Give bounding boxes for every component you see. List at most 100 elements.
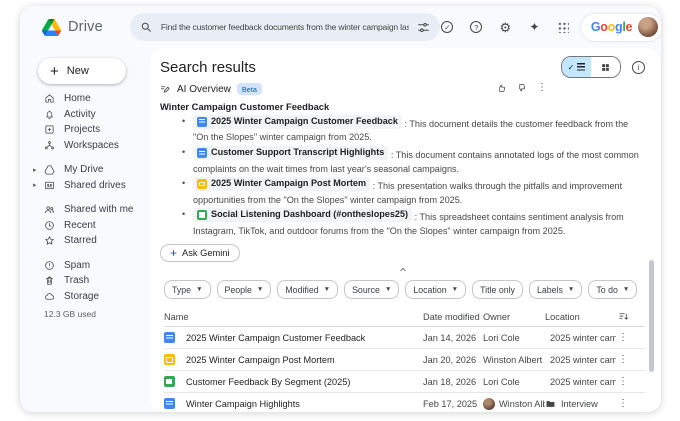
results-table: Name Date modified Owner Location 2025 W… — [156, 307, 645, 412]
sidebar-item-projects[interactable]: Projects — [20, 122, 150, 138]
list-view-button[interactable]: ✓ — [562, 57, 591, 77]
filter-chip-people[interactable]: People▼ — [217, 280, 272, 299]
bullet-icon: • — [182, 115, 193, 145]
thumbs-down-icon[interactable] — [517, 83, 527, 93]
sidebar-item-storage[interactable]: Storage — [20, 289, 150, 305]
file-name[interactable]: 2025 Winter Campaign Customer Feedback — [186, 333, 423, 343]
table-row[interactable]: Customer Feedback By Segment (2025) Jan … — [164, 371, 645, 393]
chevron-down-icon: ▼ — [623, 286, 629, 293]
table-row[interactable]: 2025 Winter Campaign Post Mortem Jan 20,… — [164, 349, 645, 371]
filter-chip-location[interactable]: Location▼ — [405, 280, 466, 299]
help-icon[interactable]: ? — [469, 20, 484, 35]
workspaces-icon — [44, 140, 55, 151]
filter-chip-modified[interactable]: Modified▼ — [277, 280, 338, 299]
column-header-name[interactable]: Name — [164, 312, 423, 322]
search-bar[interactable]: Find the customer feedback documents fro… — [130, 13, 440, 41]
topbar-icons: ✓ ? ⚙ ✦ — [440, 20, 571, 35]
source-file-chip[interactable]: 2025 Winter Campaign Customer Feedback — [193, 115, 402, 129]
file-name[interactable]: Customer Feedback By Segment (2025) — [186, 377, 423, 387]
expand-caret-icon[interactable]: ▸ — [33, 166, 37, 174]
details-info-icon[interactable]: i — [632, 61, 645, 74]
table-row[interactable]: 2025 Winter Campaign Customer Feedback J… — [164, 327, 645, 349]
ai-overview-section: AI Overview Beta ⋮ Winter Campaign Custo… — [160, 82, 645, 275]
sidebar-item-activity[interactable]: Activity — [20, 107, 150, 123]
storage-used-label: 12.3 GB used — [44, 309, 150, 319]
sidebar-item-my-drive[interactable]: ▸ My Drive — [20, 162, 150, 178]
row-more-menu-icon[interactable]: ⋮ — [616, 354, 630, 365]
drive-app-window: Drive Find the customer feedback documen… — [20, 6, 661, 412]
ai-more-menu-icon[interactable]: ⋮ — [537, 82, 547, 93]
sidebar-item-starred[interactable]: Starred — [20, 233, 150, 249]
sheets-file-icon — [164, 376, 175, 387]
folder-icon — [545, 399, 556, 409]
location-chip[interactable]: 2025 winter cam — [545, 333, 616, 343]
ai-list-item: • 2025 Winter Campaign Customer Feedback… — [182, 115, 641, 145]
chevron-down-icon: ▼ — [196, 286, 202, 293]
ai-overview-list: • 2025 Winter Campaign Customer Feedback… — [160, 115, 645, 238]
sidebar-item-recent[interactable]: Recent — [20, 218, 150, 234]
search-filters-tune-icon[interactable] — [416, 20, 431, 35]
thumbs-up-icon[interactable] — [497, 83, 507, 93]
sidebar-item-spam[interactable]: Spam — [20, 258, 150, 274]
filter-chip-to-do[interactable]: To do▼ — [588, 280, 637, 299]
row-more-menu-icon[interactable]: ⋮ — [616, 332, 630, 343]
grid-view-button[interactable] — [591, 57, 620, 77]
source-file-chip[interactable]: Social Listening Dashboard (#ontheslopes… — [193, 208, 412, 222]
row-more-menu-icon[interactable]: ⋮ — [616, 398, 630, 409]
date-modified: Feb 17, 2025 — [423, 399, 483, 409]
ai-list-item: • Social Listening Dashboard (#ontheslop… — [182, 208, 641, 238]
google-apps-grid-icon[interactable] — [556, 20, 571, 35]
file-name[interactable]: Winter Campaign Highlights — [186, 399, 423, 409]
filter-chip-title-only[interactable]: Title only — [472, 280, 523, 299]
expand-caret-icon[interactable]: ▸ — [33, 181, 37, 189]
shared-drives-icon — [44, 180, 55, 191]
drive-brand: Drive — [42, 19, 103, 36]
projects-icon — [44, 124, 55, 135]
date-modified: Jan 20, 2026 — [423, 355, 483, 365]
sidebar-nav: Home Activity Projects Workspaces ▸ My D… — [20, 91, 150, 319]
owner-name: Lori Cole — [483, 377, 520, 387]
new-button-label: New — [67, 65, 89, 77]
filter-chip-type[interactable]: Type▼ — [164, 280, 211, 299]
scrollbar-thumb[interactable] — [649, 260, 654, 372]
star-icon — [44, 235, 55, 246]
filter-chip-labels[interactable]: Labels▼ — [529, 280, 582, 299]
search-input[interactable]: Find the customer feedback documents fro… — [161, 22, 409, 32]
user-avatar[interactable] — [638, 17, 658, 37]
sidebar-item-trash[interactable]: Trash — [20, 273, 150, 289]
ai-list-item: • 2025 Winter Campaign Post Mortem : Thi… — [182, 177, 641, 207]
owner-name: Winston Albert — [483, 355, 542, 365]
gemini-sparkle-icon[interactable]: ✦ — [527, 20, 542, 35]
source-file-chip[interactable]: 2025 Winter Campaign Post Mortem — [193, 177, 370, 191]
sort-direction-icon[interactable] — [616, 311, 630, 322]
clock-icon — [44, 220, 55, 231]
new-button[interactable]: + New — [38, 58, 126, 84]
column-header-date-modified[interactable]: Date modified — [423, 312, 483, 322]
ai-overview-label: AI Overview — [177, 84, 231, 95]
source-file-chip[interactable]: Customer Support Transcript Highlights — [193, 146, 388, 160]
date-modified: Jan 14, 2026 — [423, 333, 483, 343]
people-icon — [44, 204, 55, 215]
filter-chip-source[interactable]: Source▼ — [344, 280, 399, 299]
location-chip[interactable]: Interview — [545, 399, 616, 409]
file-name[interactable]: 2025 Winter Campaign Post Mortem — [186, 355, 423, 365]
collapse-ai-overview-button[interactable] — [160, 265, 645, 275]
sidebar-item-home[interactable]: Home — [20, 91, 150, 107]
bullet-icon: • — [182, 177, 193, 207]
location-chip[interactable]: 2025 winter cam — [545, 377, 616, 387]
location-chip[interactable]: 2025 winter cam — [545, 355, 616, 365]
offline-status-icon[interactable]: ✓ — [440, 20, 455, 35]
chevron-down-icon: ▼ — [385, 286, 391, 293]
settings-gear-icon[interactable]: ⚙ — [498, 20, 513, 35]
spam-icon — [44, 260, 55, 271]
sidebar-item-workspaces[interactable]: Workspaces — [20, 138, 150, 154]
sidebar-item-shared-drives[interactable]: ▸ Shared drives — [20, 178, 150, 194]
grid-view-icon — [601, 63, 610, 72]
sidebar-item-shared-with-me[interactable]: Shared with me — [20, 202, 150, 218]
row-more-menu-icon[interactable]: ⋮ — [616, 376, 630, 387]
ask-gemini-button[interactable]: + Ask Gemini — [160, 244, 240, 262]
search-icon — [139, 20, 154, 35]
slides-file-icon — [197, 179, 207, 189]
table-row[interactable]: Winter Campaign Highlights Feb 17, 2025 … — [164, 393, 645, 412]
account-pill: Google — [581, 14, 661, 41]
